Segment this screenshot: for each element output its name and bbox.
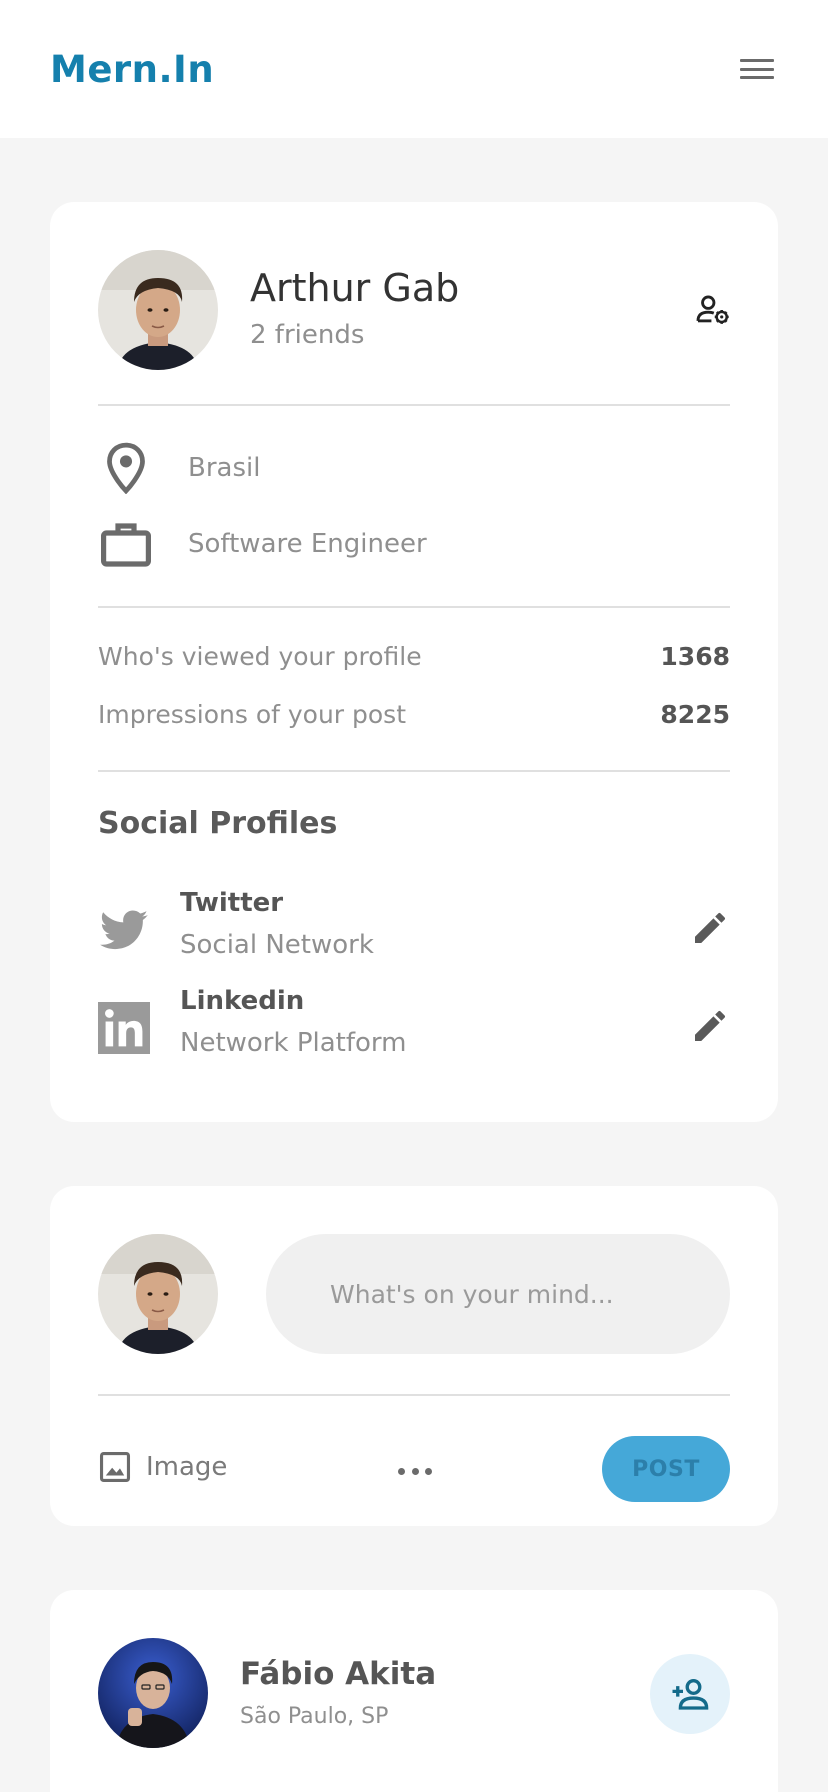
- stat-post-impressions: Impressions of your post 8225: [98, 700, 730, 729]
- add-friend-button[interactable]: [650, 1654, 730, 1734]
- edit-pencil-icon[interactable]: [690, 908, 730, 948]
- composer-avatar: [98, 1234, 218, 1354]
- briefcase-icon: [98, 516, 154, 572]
- location-pin-icon: [98, 440, 154, 496]
- stat-label: Impressions of your post: [98, 700, 407, 729]
- stat-label: Who's viewed your profile: [98, 642, 422, 671]
- logo[interactable]: Mern.In: [50, 48, 214, 91]
- profile-card: Arthur Gab 2 friends Brasil Software Eng…: [50, 202, 778, 1122]
- stat-profile-views: Who's viewed your profile 1368: [98, 642, 730, 671]
- divider: [98, 770, 730, 772]
- stat-value: 8225: [660, 700, 730, 729]
- image-label: Image: [146, 1452, 228, 1482]
- hamburger-menu-icon[interactable]: [740, 55, 774, 83]
- location-text: Brasil: [188, 453, 261, 483]
- location-row: Brasil: [98, 438, 730, 498]
- social-name[interactable]: Twitter: [180, 888, 283, 918]
- feed-post-card: Fábio Akita São Paulo, SP: [50, 1590, 778, 1792]
- profile-name[interactable]: Arthur Gab: [250, 266, 459, 310]
- edit-pencil-icon[interactable]: [690, 1006, 730, 1046]
- navbar: Mern.In: [0, 0, 828, 138]
- social-profiles-title: Social Profiles: [98, 806, 338, 841]
- social-subtitle: Social Network: [180, 930, 374, 960]
- friend-name[interactable]: Fábio Akita: [240, 1656, 436, 1692]
- occupation-text: Software Engineer: [188, 529, 427, 559]
- social-subtitle: Network Platform: [180, 1028, 407, 1058]
- post-composer-card: Image POST: [50, 1186, 778, 1526]
- image-icon: [99, 1451, 131, 1483]
- stat-value: 1368: [660, 642, 730, 671]
- post-input[interactable]: [266, 1234, 730, 1354]
- image-upload-button[interactable]: Image: [98, 1450, 227, 1484]
- divider: [98, 404, 730, 406]
- divider: [98, 1394, 730, 1396]
- occupation-row: Software Engineer: [98, 514, 730, 574]
- more-horizontal-icon[interactable]: [398, 1468, 432, 1478]
- post-button[interactable]: POST: [602, 1436, 730, 1502]
- social-name[interactable]: Linkedin: [180, 986, 304, 1016]
- person-add-icon: [672, 1679, 709, 1710]
- divider: [98, 606, 730, 608]
- twitter-icon: [98, 904, 150, 956]
- linkedin-icon: [98, 1002, 150, 1054]
- social-item-linkedin: Linkedin Network Platform: [98, 986, 730, 1070]
- manage-account-icon[interactable]: [694, 290, 732, 328]
- friend-location: São Paulo, SP: [240, 1704, 389, 1729]
- social-item-twitter: Twitter Social Network: [98, 888, 730, 972]
- friends-count: 2 friends: [250, 320, 365, 350]
- friend-avatar[interactable]: [98, 1638, 208, 1748]
- profile-avatar[interactable]: [98, 250, 218, 370]
